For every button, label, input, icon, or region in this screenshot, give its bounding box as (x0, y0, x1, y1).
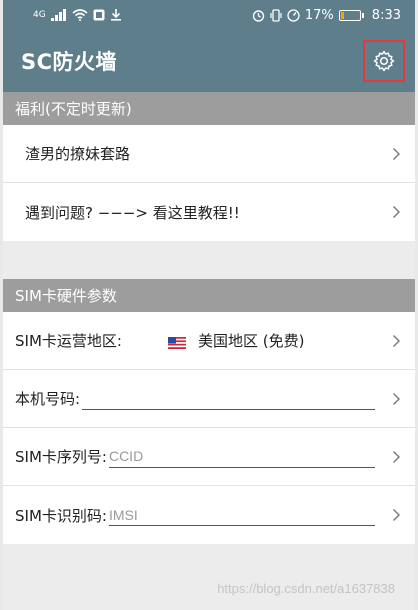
sim-params-list: SIM卡运营地区: 美国地区 (免费) 本机号码: SIM卡序列号: CCID … (3, 312, 415, 544)
section-spacer (3, 241, 415, 279)
app-screen: 4G 17% 8:33 SC防火墙 福利(不定时更新) 渣男的撩妹套路 遇到问题… (3, 0, 415, 610)
status-bar-left: 4G (33, 9, 122, 21)
us-flag-icon (167, 335, 186, 349)
operator-region-label: SIM卡运营地区: (15, 332, 122, 350)
imsi-input[interactable] (108, 504, 375, 526)
identifier-label: SIM卡识别码: (15, 506, 107, 525)
operator-region-value-wrap: 美国地区 (免费) (122, 330, 389, 351)
network-type-label: 4G (33, 10, 46, 20)
gear-icon (372, 49, 396, 73)
list-item-label: 渣男的撩妹套路 (25, 145, 131, 163)
notification-icon (93, 9, 105, 21)
chevron-right-icon[interactable] (389, 508, 403, 522)
toolbar: SC防火墙 (3, 30, 415, 92)
chevron-right-icon (389, 205, 403, 219)
list-item-tutorial[interactable]: 遇到问题? −−−> 看这里教程!! (3, 183, 415, 241)
page-title: SC防火墙 (21, 50, 118, 74)
operator-region-row[interactable]: SIM卡运营地区: 美国地区 (免费) (3, 312, 415, 370)
speed-icon (287, 8, 300, 22)
phone-number-label: 本机号码: (15, 390, 81, 408)
serial-number-label: SIM卡序列号: (15, 448, 107, 466)
serial-number-row: SIM卡序列号: (3, 428, 415, 486)
welfare-list: 渣男的撩妹套路 遇到问题? −−−> 看这里教程!! (3, 125, 415, 241)
chevron-right-icon[interactable] (389, 392, 403, 406)
phone-number-row: 本机号码: (3, 370, 415, 428)
vibrate-icon (270, 8, 282, 22)
wifi-icon (72, 9, 88, 21)
settings-button[interactable] (363, 40, 405, 82)
battery-percent: 17% (304, 7, 334, 23)
operator-region-value: 美国地区 (免费) (197, 332, 305, 350)
chevron-right-icon (389, 334, 403, 348)
download-icon (110, 9, 122, 21)
phone-number-input[interactable] (82, 387, 375, 410)
list-item-flirting-tips[interactable]: 渣男的撩妹套路 (3, 125, 415, 183)
chevron-right-icon[interactable] (389, 450, 403, 464)
watermark-text: https://blog.csdn.net/a1637838 (217, 581, 395, 596)
welfare-section-header: 福利(不定时更新) (3, 92, 415, 125)
status-bar-right: 17% 8:33 (252, 8, 401, 23)
alarm-icon (252, 9, 265, 22)
signal-icon (50, 9, 67, 21)
identifier-row: SIM卡识别码: (3, 486, 415, 544)
sim-section-header: SIM卡硬件参数 (3, 279, 415, 312)
battery-icon (338, 9, 364, 21)
list-item-label: 遇到问题? −−−> 看这里教程!! (25, 203, 240, 222)
status-bar: 4G 17% 8:33 (3, 0, 415, 30)
chevron-right-icon (389, 147, 403, 161)
battery-fill (340, 11, 344, 19)
ccid-input[interactable] (108, 445, 375, 468)
status-time: 8:33 (371, 7, 401, 23)
